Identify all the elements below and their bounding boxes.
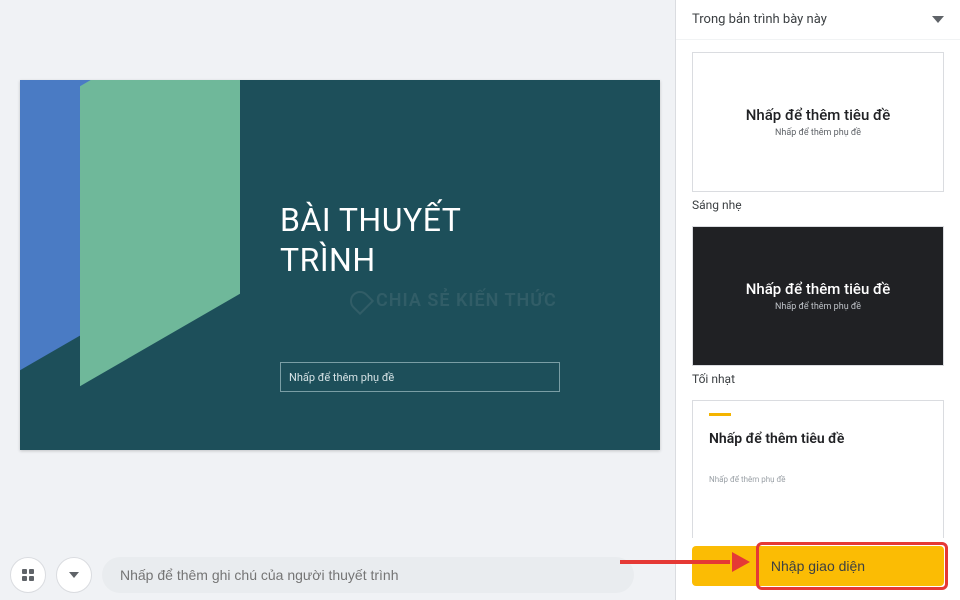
theme-subtitle: Nhấp để thêm phụ đề (775, 302, 861, 312)
speaker-notes-input[interactable] (102, 557, 634, 593)
slide-subtitle-placeholder[interactable]: Nhấp để thêm phụ đề (280, 362, 560, 392)
themes-panel: Trong bản trình bày này Nhấp để thêm tiê… (675, 0, 960, 600)
theme-item-light: Nhấp để thêm tiêu đề Nhấp để thêm phụ đề… (692, 52, 944, 212)
editor-area: BÀI THUYẾTTRÌNH CHIA SẺ KIẾN THỨC Nhấp đ… (0, 0, 675, 600)
theme-item-dark: Nhấp để thêm tiêu đề Nhấp để thêm phụ đề… (692, 226, 944, 386)
theme-title: Nhấp để thêm tiêu đề (746, 106, 891, 124)
slide-canvas[interactable]: BÀI THUYẾTTRÌNH CHIA SẺ KIẾN THỨC Nhấp đ… (20, 80, 660, 450)
grid-icon (22, 569, 34, 581)
accent-bar (709, 413, 731, 416)
theme-thumbnail[interactable]: Nhấp để thêm tiêu đề Nhấp để thêm phụ đề (692, 226, 944, 366)
panel-header[interactable]: Trong bản trình bày này (676, 0, 960, 40)
theme-subtitle: Nhấp để thêm phụ đề (775, 128, 861, 138)
theme-label: Tối nhạt (692, 372, 944, 386)
voice-input-icon[interactable] (610, 561, 630, 589)
theme-item-accent: Nhấp để thêm tiêu đề Nhấp để thêm phụ đề (692, 400, 944, 538)
chevron-down-icon (932, 16, 944, 23)
theme-title: Nhấp để thêm tiêu đề (746, 280, 891, 298)
grid-view-button[interactable] (10, 557, 46, 593)
panel-title: Trong bản trình bày này (692, 12, 827, 27)
theme-label: Sáng nhẹ (692, 198, 944, 212)
bottom-toolbar (0, 550, 640, 600)
theme-title: Nhấp để thêm tiêu đề (709, 431, 844, 447)
slide-nav-button[interactable] (56, 557, 92, 593)
watermark: CHIA SẺ KIẾN THỨC (350, 290, 557, 311)
chevron-down-icon (69, 572, 79, 578)
theme-list: Nhấp để thêm tiêu đề Nhấp để thêm phụ đề… (676, 40, 960, 538)
theme-thumbnail[interactable]: Nhấp để thêm tiêu đề Nhấp để thêm phụ đề (692, 400, 944, 538)
import-theme-button[interactable]: Nhập giao diện (692, 546, 944, 586)
theme-thumbnail[interactable]: Nhấp để thêm tiêu đề Nhấp để thêm phụ đề (692, 52, 944, 192)
slide-title[interactable]: BÀI THUYẾTTRÌNH (280, 200, 461, 280)
theme-subtitle: Nhấp để thêm phụ đề (709, 475, 786, 484)
decorative-shape-green (80, 80, 240, 386)
